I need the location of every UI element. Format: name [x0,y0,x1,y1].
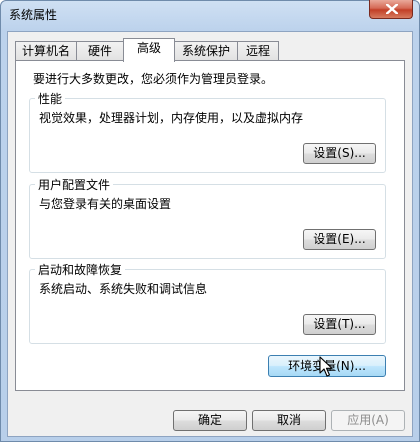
mouse-pointer-icon [319,356,333,377]
performance-settings-button[interactable]: 设置(S)... [303,143,376,164]
startup-recovery-settings-button[interactable]: 设置(T)... [303,314,376,335]
tab-hardware[interactable]: 硬件 [76,41,124,60]
startup-recovery-description: 系统启动、系统失败和调试信息 [39,282,208,296]
tab-remote[interactable]: 远程 [237,41,279,60]
cancel-button[interactable]: 取消 [252,410,326,431]
advanced-tab-panel: 要进行大多数更改，您必须作为管理员登录。 性能 视觉效果，处理器计划，内存使用，… [15,60,405,391]
window-title: 系统属性 [9,8,58,22]
startup-recovery-group: 启动和故障恢复 系统启动、系统失败和调试信息 设置(T)... [29,261,386,344]
tab-computer-name[interactable]: 计算机名 [15,41,77,60]
performance-group-title: 性能 [35,90,66,107]
tab-system-protection[interactable]: 系统保护 [174,41,238,60]
user-profiles-group: 用户配置文件 与您登录有关的桌面设置 设置(E)... [29,176,386,259]
close-icon [386,4,398,14]
startup-recovery-group-title: 启动和故障恢复 [35,261,126,278]
user-profiles-group-title: 用户配置文件 [35,176,114,193]
apply-button[interactable]: 应用(A) [331,410,405,431]
performance-group: 性能 视觉效果，处理器计划，内存使用，以及虚拟内存 设置(S)... [29,90,386,173]
close-button[interactable] [369,0,413,19]
system-properties-window: 系统属性 计算机名 硬件 高级 系统保护 远程 要进行大多数更改，您必须作为管理… [0,0,420,442]
title-bar[interactable]: 系统属性 [1,0,419,31]
user-profiles-settings-button[interactable]: 设置(E)... [303,229,376,250]
ok-button[interactable]: 确定 [173,410,247,431]
dialog-client-area: 计算机名 硬件 高级 系统保护 远程 要进行大多数更改，您必须作为管理员登录。 … [7,31,413,437]
user-profiles-description: 与您登录有关的桌面设置 [39,197,172,211]
admin-notice: 要进行大多数更改，您必须作为管理员登录。 [33,72,274,86]
performance-description: 视觉效果，处理器计划，内存使用，以及虚拟内存 [39,111,304,125]
tab-advanced[interactable]: 高级 [123,38,175,62]
